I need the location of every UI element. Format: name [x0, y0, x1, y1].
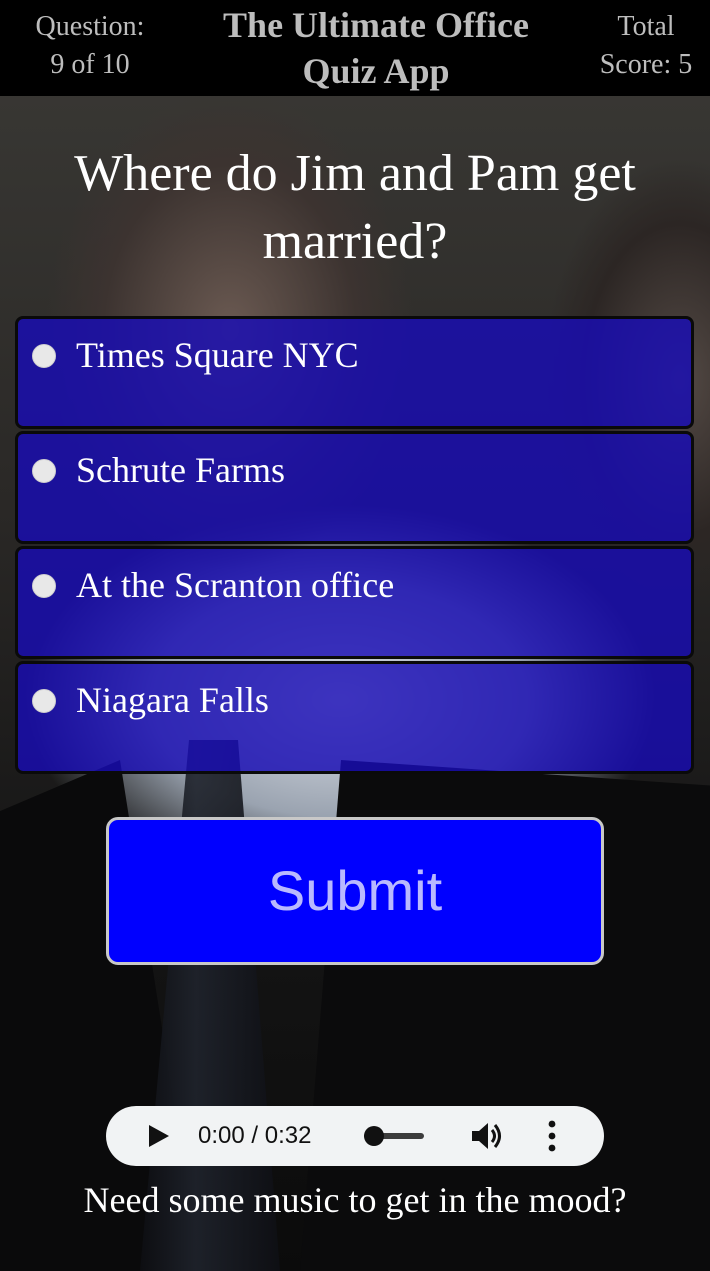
- answer-list: Times Square NYC Schrute Farms At the Sc…: [15, 316, 695, 776]
- answer-option-3[interactable]: At the Scranton office: [15, 546, 694, 659]
- app-title: The Ultimate Office Quiz App: [190, 2, 562, 94]
- radio-button[interactable]: [32, 344, 56, 368]
- seek-slider[interactable]: [364, 1126, 430, 1146]
- answer-option-2[interactable]: Schrute Farms: [15, 431, 694, 544]
- answer-label: Niagara Falls: [76, 680, 269, 720]
- seek-thumb[interactable]: [364, 1126, 384, 1146]
- more-vert-icon[interactable]: [542, 1118, 562, 1154]
- audio-time: 0:00 / 0:32: [198, 1122, 312, 1149]
- question-counter: Question: 9 of 10: [10, 8, 170, 84]
- answer-label: Schrute Farms: [76, 450, 285, 490]
- answer-label: Times Square NYC: [76, 335, 359, 375]
- question-label: Question:: [35, 11, 145, 42]
- total-score: Total Score: 5: [585, 8, 707, 84]
- app-title-line2: Quiz App: [302, 51, 450, 91]
- radio-button[interactable]: [32, 689, 56, 713]
- score-label: Total: [617, 11, 675, 42]
- score-value: Score: 5: [599, 49, 693, 80]
- play-icon[interactable]: [144, 1122, 172, 1150]
- volume-icon[interactable]: [470, 1120, 506, 1152]
- question-text: Where do Jim and Pam get married?: [74, 145, 636, 270]
- app-header: Question: 9 of 10 The Ultimate Office Qu…: [0, 0, 710, 96]
- music-caption: Need some music to get in the mood?: [83, 1180, 627, 1220]
- question-count: 9 of 10: [50, 49, 130, 80]
- answer-option-4[interactable]: Niagara Falls: [15, 661, 694, 774]
- app-title-line1: The Ultimate Office: [223, 5, 529, 45]
- submit-button[interactable]: Submit: [106, 817, 604, 965]
- answer-label: At the Scranton office: [76, 565, 395, 605]
- audio-player: 0:00 / 0:32: [106, 1106, 604, 1166]
- answer-option-1[interactable]: Times Square NYC: [15, 316, 694, 429]
- radio-button[interactable]: [32, 459, 56, 483]
- radio-button[interactable]: [32, 574, 56, 598]
